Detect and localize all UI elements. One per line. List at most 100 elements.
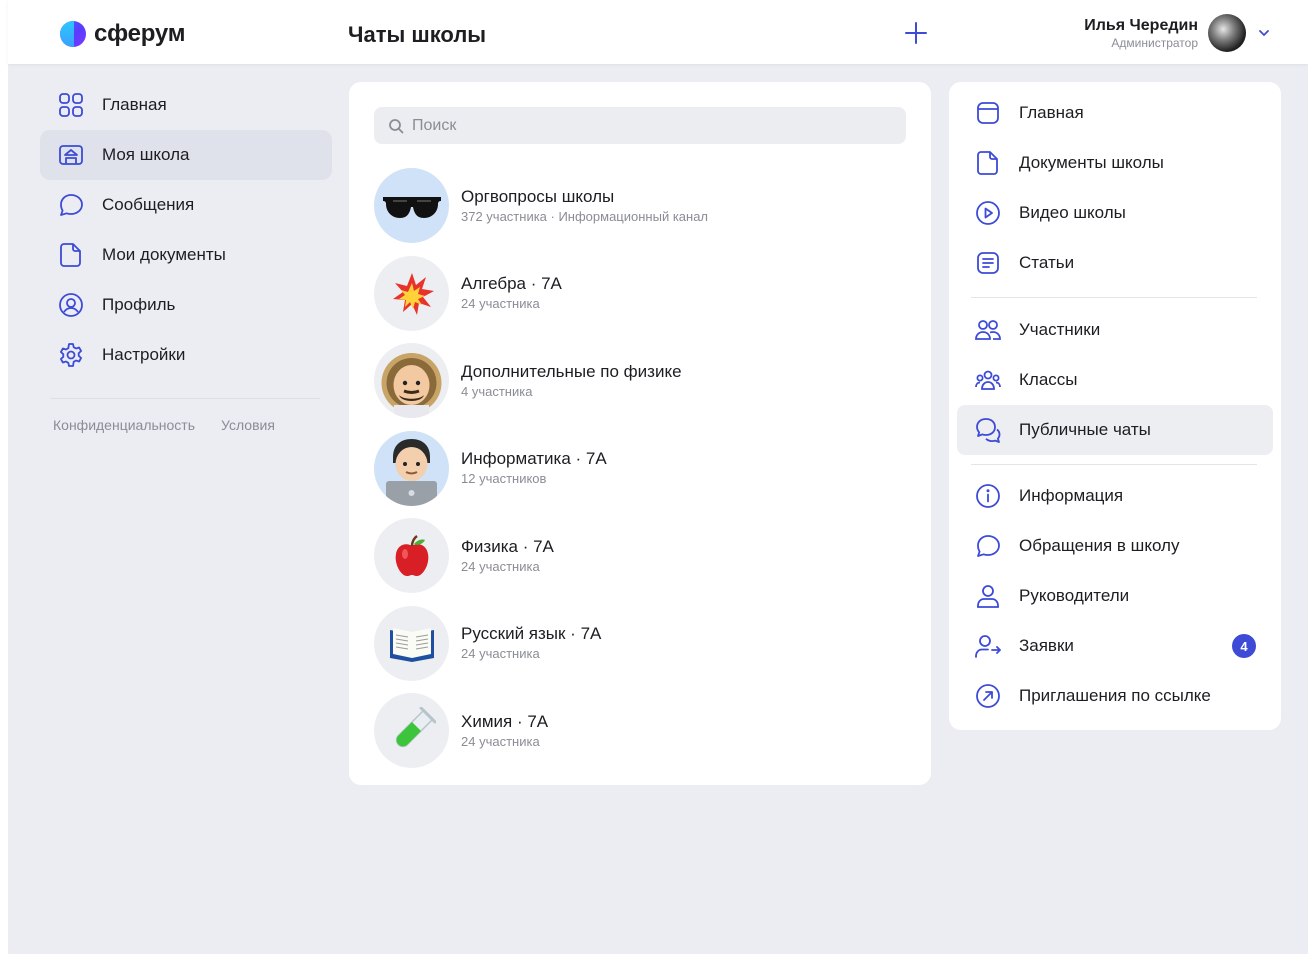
chat-title: Физика · 7А (461, 536, 554, 556)
chat-text: Дополнительные по физике 4 участника (461, 361, 682, 401)
person-icon (977, 585, 999, 608)
nav-item-my-school[interactable]: Моя школа (40, 130, 332, 180)
create-chat-button[interactable] (903, 20, 929, 46)
left-nav: Главная Моя школа Сообщения Мои документ… (40, 80, 332, 433)
classes-icon (975, 370, 1001, 390)
header: сферум Чаты школы Илья Чередин Администр… (8, 0, 1308, 64)
play-icon (976, 201, 1000, 225)
link-arrow-icon (976, 684, 1000, 708)
menu-item-applications[interactable]: Заявки 4 (957, 621, 1273, 671)
terms-link[interactable]: Условия (221, 417, 275, 433)
nav-item-profile[interactable]: Профиль (40, 280, 332, 330)
menu-item-info[interactable]: Информация (957, 471, 1273, 521)
school-menu-group-content: Главная Документы школы Видео школы Стат… (957, 88, 1273, 288)
school-menu-panel: Главная Документы школы Видео школы Стат… (949, 82, 1281, 730)
user-name: Илья Чередин (1084, 17, 1198, 34)
chat-text: Физика · 7А 24 участника (461, 536, 554, 576)
nav-item-label: Сообщения (102, 195, 195, 214)
info-icon (976, 484, 1000, 508)
chat-subtitle: 24 участника (461, 296, 540, 312)
user-menu[interactable]: Илья Чередин Администратор (1084, 14, 1272, 52)
menu-item-label: Документы школы (1019, 153, 1164, 172)
school-menu-group-admin: Информация Обращения в школу Руководител… (957, 471, 1273, 721)
chevron-down-icon[interactable] (1256, 25, 1272, 41)
nav-item-documents[interactable]: Мои документы (40, 230, 332, 280)
menu-item-classes[interactable]: Классы (957, 355, 1273, 405)
chat-item[interactable]: Дополнительные по физике 4 участника (374, 337, 914, 425)
chat-title: Оргвопросы школы (461, 186, 615, 206)
menu-item-label: Заявки (1019, 636, 1074, 655)
user-role: Администратор (1111, 36, 1198, 50)
article-icon (977, 252, 999, 274)
message-icon (977, 535, 1000, 557)
chat-item[interactable]: Физика · 7А 24 участника (374, 512, 914, 600)
test-tube-emoji-icon (374, 693, 449, 769)
chat-subtitle: 24 участника (461, 558, 540, 574)
gear-icon (60, 343, 82, 367)
nav-item-label: Настройки (102, 345, 186, 364)
chat-item[interactable]: Русский язык · 7А 24 участника (374, 600, 914, 688)
book-emoji-icon (374, 605, 449, 681)
search-icon (389, 118, 404, 133)
school-menu-group-people: Участники Классы Публичные чаты (957, 305, 1273, 455)
nav-item-messages[interactable]: Сообщения (40, 180, 332, 230)
logo[interactable]: сферум (60, 20, 186, 48)
logo-icon (60, 21, 86, 47)
menu-item-school-video[interactable]: Видео школы (957, 188, 1273, 238)
menu-item-managers[interactable]: Руководители (957, 571, 1273, 621)
menu-item-invite-links[interactable]: Приглашения по ссылке (957, 671, 1273, 721)
menu-item-label: Главная (1019, 103, 1084, 122)
chat-item[interactable]: Информатика · 7А 12 участников (374, 425, 914, 513)
astronaut-emoji-icon (374, 343, 449, 419)
menu-item-label: Руководители (1019, 586, 1130, 605)
menu-item-members[interactable]: Участники (957, 305, 1273, 355)
menu-item-label: Публичные чаты (1019, 420, 1151, 439)
menu-item-school-requests[interactable]: Обращения в школу (957, 521, 1273, 571)
nav-divider (50, 398, 320, 399)
menu-item-school-home[interactable]: Главная (957, 88, 1273, 138)
message-icon (60, 194, 83, 216)
menu-item-label: Статьи (1019, 253, 1075, 272)
chat-item[interactable]: Алгебра · 7А 24 участника (374, 250, 914, 338)
chat-text: Русский язык · 7А 24 участника (461, 623, 601, 663)
nav-item-settings[interactable]: Настройки (40, 330, 332, 380)
nav-item-home[interactable]: Главная (40, 80, 332, 130)
chat-title: Русский язык · 7А (461, 624, 602, 644)
footer-links: Конфиденциальность Условия (40, 417, 332, 433)
technologist-emoji-icon (374, 430, 449, 506)
chat-title: Дополнительные по физике (461, 361, 682, 381)
menu-item-public-chats[interactable]: Публичные чаты (957, 405, 1273, 455)
chats-panel: Оргвопросы школы 372 участника · Информа… (349, 82, 931, 785)
nav-item-label: Профиль (102, 295, 176, 314)
menu-divider (971, 464, 1257, 465)
chat-title: Химия · 7А (461, 711, 549, 731)
app-background: сферум Чаты школы Илья Чередин Администр… (8, 0, 1308, 954)
search-box[interactable] (374, 107, 906, 144)
chat-subtitle: 24 участника (461, 733, 540, 749)
sunglasses-emoji-icon (374, 168, 449, 244)
privacy-link[interactable]: Конфиденциальность (53, 417, 195, 433)
nav-item-label: Главная (102, 95, 167, 114)
grid-icon (59, 93, 83, 117)
menu-item-articles[interactable]: Статьи (957, 238, 1273, 288)
menu-item-school-documents[interactable]: Документы школы (957, 138, 1273, 188)
chat-title: Информатика · 7А (461, 449, 607, 469)
chat-item[interactable]: Оргвопросы школы 372 участника · Информа… (374, 162, 914, 250)
menu-item-label: Приглашения по ссылке (1019, 686, 1211, 705)
chat-list: Оргвопросы школы 372 участника · Информа… (374, 162, 914, 775)
page-title: Чаты школы (348, 22, 487, 47)
document-icon (60, 243, 81, 267)
chat-text: Алгебра · 7А 24 участника (461, 273, 562, 313)
profile-icon (59, 293, 83, 317)
menu-item-label: Информация (1019, 486, 1124, 505)
menu-item-label: Участники (1019, 320, 1101, 339)
search-input[interactable] (412, 116, 892, 135)
menu-item-label: Видео школы (1019, 203, 1126, 222)
menu-divider (971, 297, 1257, 298)
avatar[interactable] (1208, 14, 1246, 52)
users-icon (975, 320, 1001, 340)
chat-item[interactable]: Химия · 7А 24 участника (374, 687, 914, 775)
apple-emoji-icon (374, 518, 449, 594)
chat-text: Информатика · 7А 12 участников (461, 448, 607, 488)
chat-subtitle: 372 участника · Информационный канал (461, 208, 709, 224)
